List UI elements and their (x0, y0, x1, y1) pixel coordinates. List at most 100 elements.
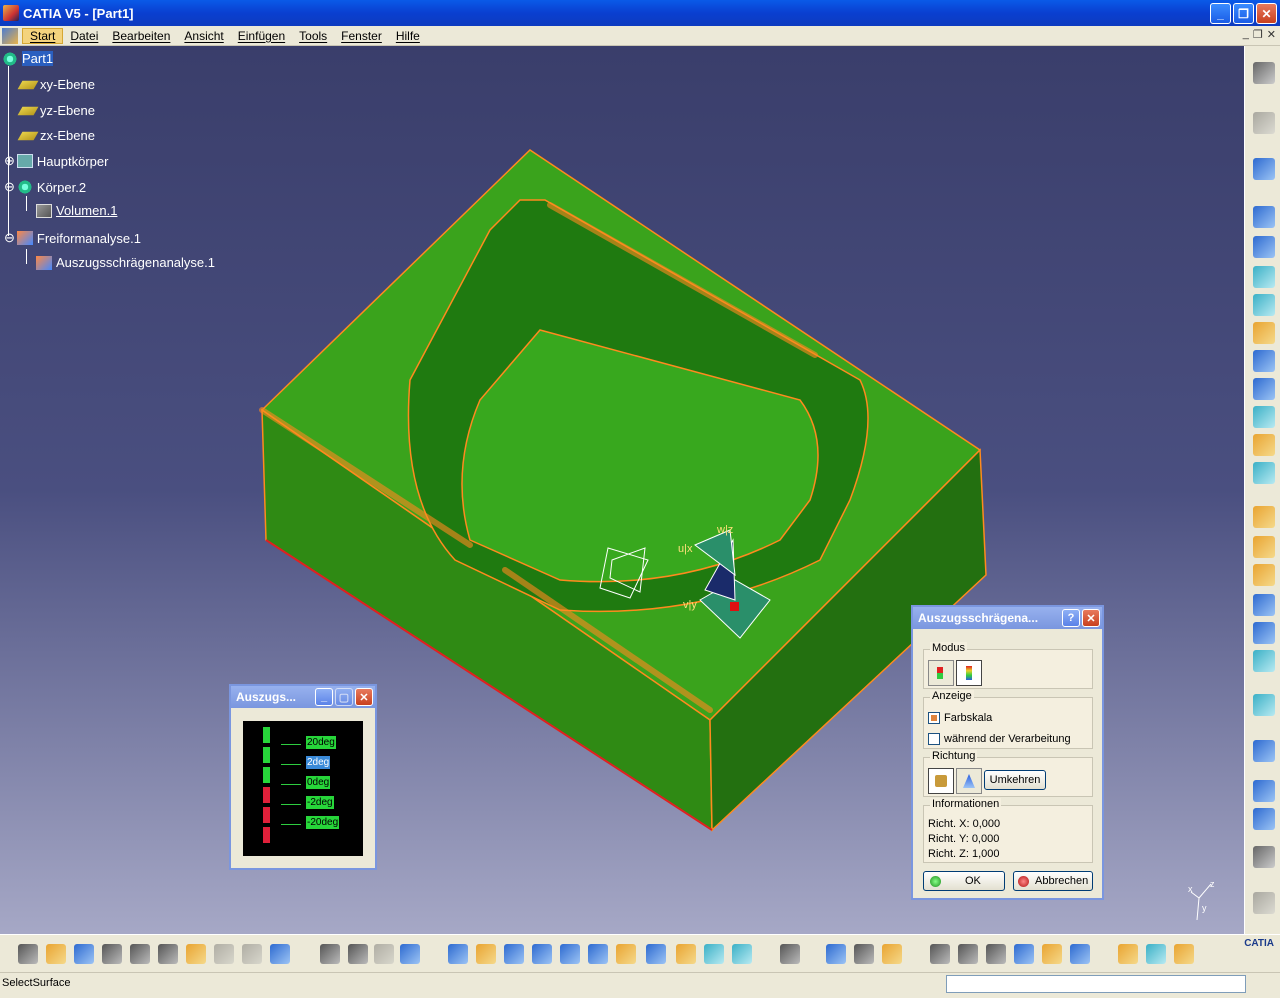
measure-inertia-icon[interactable] (882, 944, 902, 964)
scale-close-button[interactable]: ✕ (355, 688, 373, 706)
tree-node-volumen1[interactable]: Volumen.1 (36, 203, 117, 218)
scale-minimize-button[interactable]: _ (315, 688, 333, 706)
zoom-out-icon[interactable] (588, 944, 608, 964)
rotate-icon[interactable] (532, 944, 552, 964)
menu-start[interactable]: Start (22, 27, 64, 44)
tree-node-freiformanalyse[interactable]: ⊖ Freiformanalyse.1 (4, 230, 141, 246)
tree-node-draft-analysis[interactable]: Auszugsschrägenanalyse.1 (36, 255, 215, 270)
surface-based-icon[interactable] (1253, 694, 1275, 716)
measure-item-icon[interactable] (854, 944, 874, 964)
menu-einfuegen[interactable]: Einfügen (231, 29, 292, 43)
tree-node-koerper2[interactable]: ⊖ Körper.2 (4, 179, 86, 195)
paste-icon[interactable] (186, 944, 206, 964)
measure-between-icon[interactable] (826, 944, 846, 964)
draft-analysis-tool-icon[interactable] (1118, 944, 1138, 964)
chamfer-icon[interactable] (1253, 536, 1275, 558)
redo-icon[interactable] (242, 944, 262, 964)
dialog-close-button[interactable]: ✕ (1082, 609, 1100, 627)
fly-mode-icon[interactable] (448, 944, 468, 964)
draft-analysis-title-bar[interactable]: Auszugsschrägena... ? ✕ (913, 607, 1102, 629)
mirror-icon[interactable] (1253, 780, 1275, 802)
curvature-analysis-icon[interactable] (1146, 944, 1166, 964)
draft-analysis-dialog[interactable]: Auszugsschrägena... ? ✕ Modus Anzeige Fa… (911, 605, 1104, 900)
axis-system-icon[interactable] (958, 944, 978, 964)
color-scale-dialog[interactable]: Auszugs... _ ▢ ✕ 20deg 2deg 0deg -2deg -… (229, 684, 377, 870)
new-file-icon[interactable] (18, 944, 38, 964)
full-mode-button[interactable] (956, 660, 982, 686)
hole-icon[interactable] (1253, 322, 1275, 344)
command-input[interactable] (946, 975, 1246, 993)
save-icon[interactable] (74, 944, 94, 964)
transform-icon[interactable] (1253, 740, 1275, 762)
line-icon[interactable] (1042, 944, 1062, 964)
macro-icon[interactable] (374, 944, 394, 964)
collapse-icon[interactable]: ⊖ (4, 230, 15, 246)
tree-node-zx-plane[interactable]: zx-Ebene (17, 128, 95, 143)
remove-loft-icon[interactable] (1253, 462, 1275, 484)
rib-icon[interactable] (1253, 350, 1275, 372)
tree-node-part1[interactable]: Part1 (2, 51, 54, 66)
cut-icon[interactable] (130, 944, 150, 964)
undo-icon[interactable] (214, 944, 234, 964)
menu-fenster[interactable]: Fenster (334, 29, 389, 43)
menu-tools[interactable]: Tools (292, 29, 334, 43)
scale-label[interactable]: -20deg (306, 816, 340, 829)
catia-app-icon[interactable] (3, 5, 19, 21)
swap-visible-icon[interactable] (732, 944, 752, 964)
maximize-button[interactable]: ❐ (1233, 3, 1254, 24)
document-icon[interactable] (2, 27, 18, 44)
compass-direction-button[interactable] (956, 768, 982, 794)
cycle-icon[interactable] (930, 944, 950, 964)
scale-label[interactable]: 0deg (306, 776, 331, 789)
table-icon[interactable] (400, 944, 420, 964)
scale-icon[interactable] (986, 944, 1006, 964)
boolean-icon[interactable] (1253, 892, 1275, 914)
open-folder-icon[interactable] (46, 944, 66, 964)
porcupine-analysis-icon[interactable] (1174, 944, 1194, 964)
expand-icon[interactable]: ⊕ (4, 153, 15, 169)
minimize-button[interactable]: _ (1210, 3, 1231, 24)
farbskala-checkbox[interactable] (928, 712, 940, 724)
shell-icon[interactable] (1253, 594, 1275, 616)
loft-icon[interactable] (1253, 434, 1275, 456)
mdi-minimize-icon[interactable]: _ (1243, 28, 1249, 41)
verarbeitung-checkbox[interactable] (928, 733, 940, 745)
tree-node-xy-plane[interactable]: xy-Ebene (17, 77, 95, 92)
scale-label[interactable]: 2deg (306, 756, 331, 769)
ok-button[interactable]: OK (923, 871, 1005, 891)
mdi-close-icon[interactable]: ✕ (1267, 28, 1276, 41)
slot-icon[interactable] (1253, 378, 1275, 400)
sketcher-icon[interactable] (1253, 158, 1275, 180)
shaft-icon[interactable] (1253, 266, 1275, 288)
select-arrow-icon[interactable] (1253, 112, 1275, 134)
tree-node-yz-plane[interactable]: yz-Ebene (17, 103, 95, 118)
render-style-icon[interactable] (676, 944, 696, 964)
mdi-restore-icon[interactable]: ❐ (1253, 28, 1263, 41)
hide-show-icon[interactable] (704, 944, 724, 964)
pocket-icon[interactable] (1253, 236, 1275, 258)
normal-view-icon[interactable] (616, 944, 636, 964)
tree-node-hauptkoerper[interactable]: ⊕ Hauptkörper (4, 153, 108, 169)
quick-mode-button[interactable] (928, 660, 954, 686)
menu-bearbeiten[interactable]: Bearbeiten (105, 29, 177, 43)
formula-icon[interactable] (320, 944, 340, 964)
menu-ansicht[interactable]: Ansicht (177, 29, 230, 43)
fillet-icon[interactable] (1253, 506, 1275, 528)
scale-maximize-button[interactable]: ▢ (335, 688, 353, 706)
color-scale-title-bar[interactable]: Auszugs... _ ▢ ✕ (231, 686, 375, 708)
pad-icon[interactable] (1253, 206, 1275, 228)
knowledge-icon[interactable] (348, 944, 368, 964)
collapse-icon[interactable]: ⊖ (4, 179, 15, 195)
scale-label[interactable]: 20deg (306, 736, 336, 749)
plane-tool-icon[interactable] (1070, 944, 1090, 964)
settings-gear-icon[interactable] (1253, 62, 1275, 84)
menu-datei[interactable]: Datei (63, 29, 105, 43)
fit-all-icon[interactable] (476, 944, 496, 964)
whats-this-icon[interactable] (270, 944, 290, 964)
zoom-in-icon[interactable] (560, 944, 580, 964)
measure-icon[interactable] (1253, 846, 1275, 868)
stiffener-icon[interactable] (1253, 406, 1275, 428)
help-button[interactable]: ? (1062, 609, 1080, 627)
pan-icon[interactable] (504, 944, 524, 964)
cancel-button[interactable]: Abbrechen (1013, 871, 1093, 891)
